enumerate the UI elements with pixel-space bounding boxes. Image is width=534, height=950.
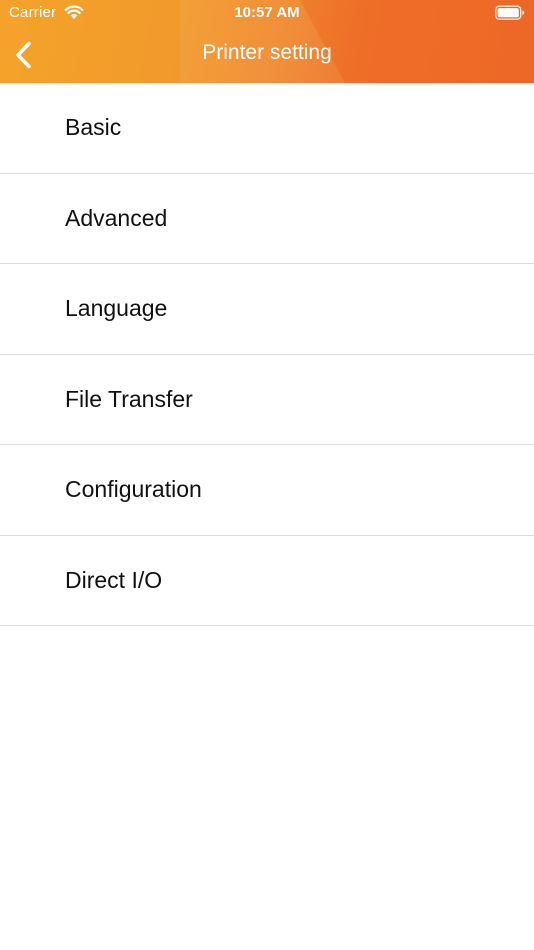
status-bar: Carrier 10:57 AM	[0, 0, 534, 28]
menu-item-label: Direct I/O	[65, 566, 163, 593]
menu-item-file-transfer[interactable]: File Transfer	[0, 354, 534, 445]
printer-settings-menu: Basic Advanced Language File Transfer Co…	[0, 83, 534, 626]
battery-icon	[495, 5, 525, 20]
navigation-bar: Printer setting	[0, 28, 534, 83]
page-title: Printer setting	[202, 41, 332, 64]
menu-item-label: Configuration	[65, 476, 202, 502]
menu-item-label: File Transfer	[65, 385, 193, 412]
menu-item-direct-io[interactable]: Direct I/O	[0, 535, 534, 626]
menu-item-label: Language	[65, 295, 168, 321]
menu-item-basic[interactable]: Basic	[0, 83, 534, 174]
menu-item-label: Basic	[65, 114, 122, 140]
menu-item-label: Advanced	[65, 204, 168, 231]
menu-item-language[interactable]: Language	[0, 264, 534, 355]
app-header: Carrier 10:57 AM Printer setting	[0, 0, 534, 83]
menu-item-advanced[interactable]: Advanced	[0, 173, 534, 264]
status-time: 10:57 AM	[234, 4, 300, 21]
menu-item-configuration[interactable]: Configuration	[0, 445, 534, 536]
